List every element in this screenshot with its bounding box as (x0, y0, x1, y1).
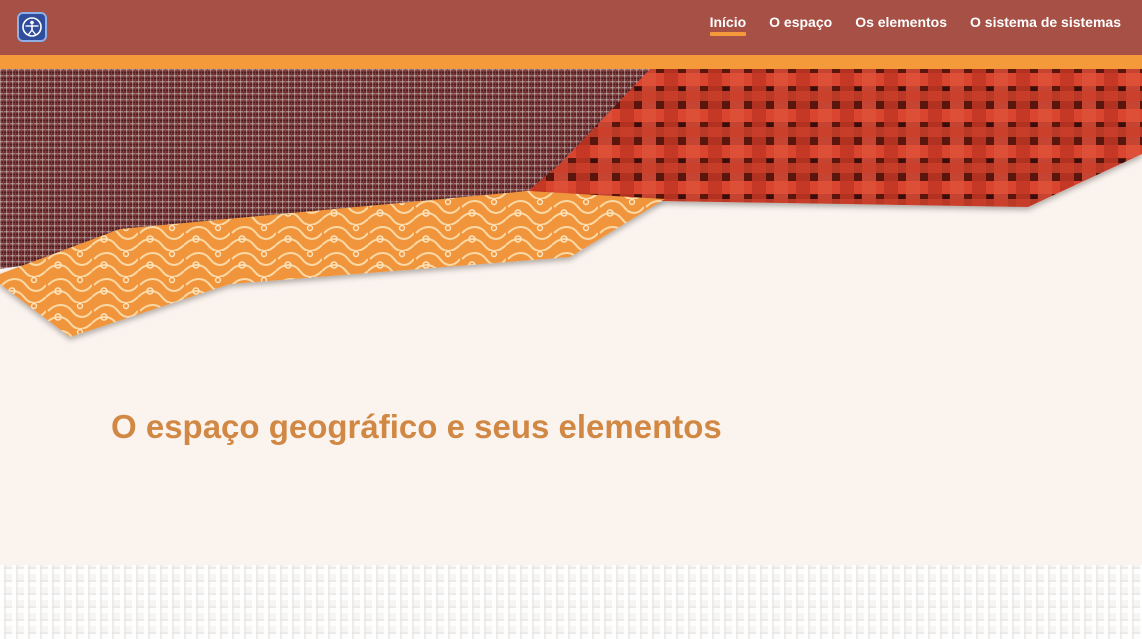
vitruvian-man-icon[interactable] (17, 12, 47, 42)
nav-item-label: O espaço (769, 14, 833, 30)
nav-item-os-elementos[interactable]: Os elementos (855, 13, 947, 31)
header-accent-strip (0, 55, 1142, 69)
top-navigation-bar: Início O espaço Os elementos O sistema d… (0, 0, 1142, 55)
page: Início O espaço Os elementos O sistema d… (0, 0, 1142, 639)
nav-item-o-espaco[interactable]: O espaço (769, 13, 832, 31)
footer-texture (0, 565, 1142, 639)
nav-item-o-sistema-de-sistemas[interactable]: O sistema de sistemas (970, 13, 1121, 31)
nav-item-inicio[interactable]: Início (709, 13, 747, 36)
nav-item-label: Início (709, 14, 747, 30)
main-nav: Início O espaço Os elementos O sistema d… (709, 13, 1121, 36)
active-indicator (709, 32, 747, 36)
hero-texture-banner (0, 69, 1142, 337)
nav-item-label: Os elementos (855, 14, 948, 30)
page-title: O espaço geográfico e seus elementos (111, 408, 722, 445)
nav-item-label: O sistema de sistemas (970, 14, 1121, 30)
